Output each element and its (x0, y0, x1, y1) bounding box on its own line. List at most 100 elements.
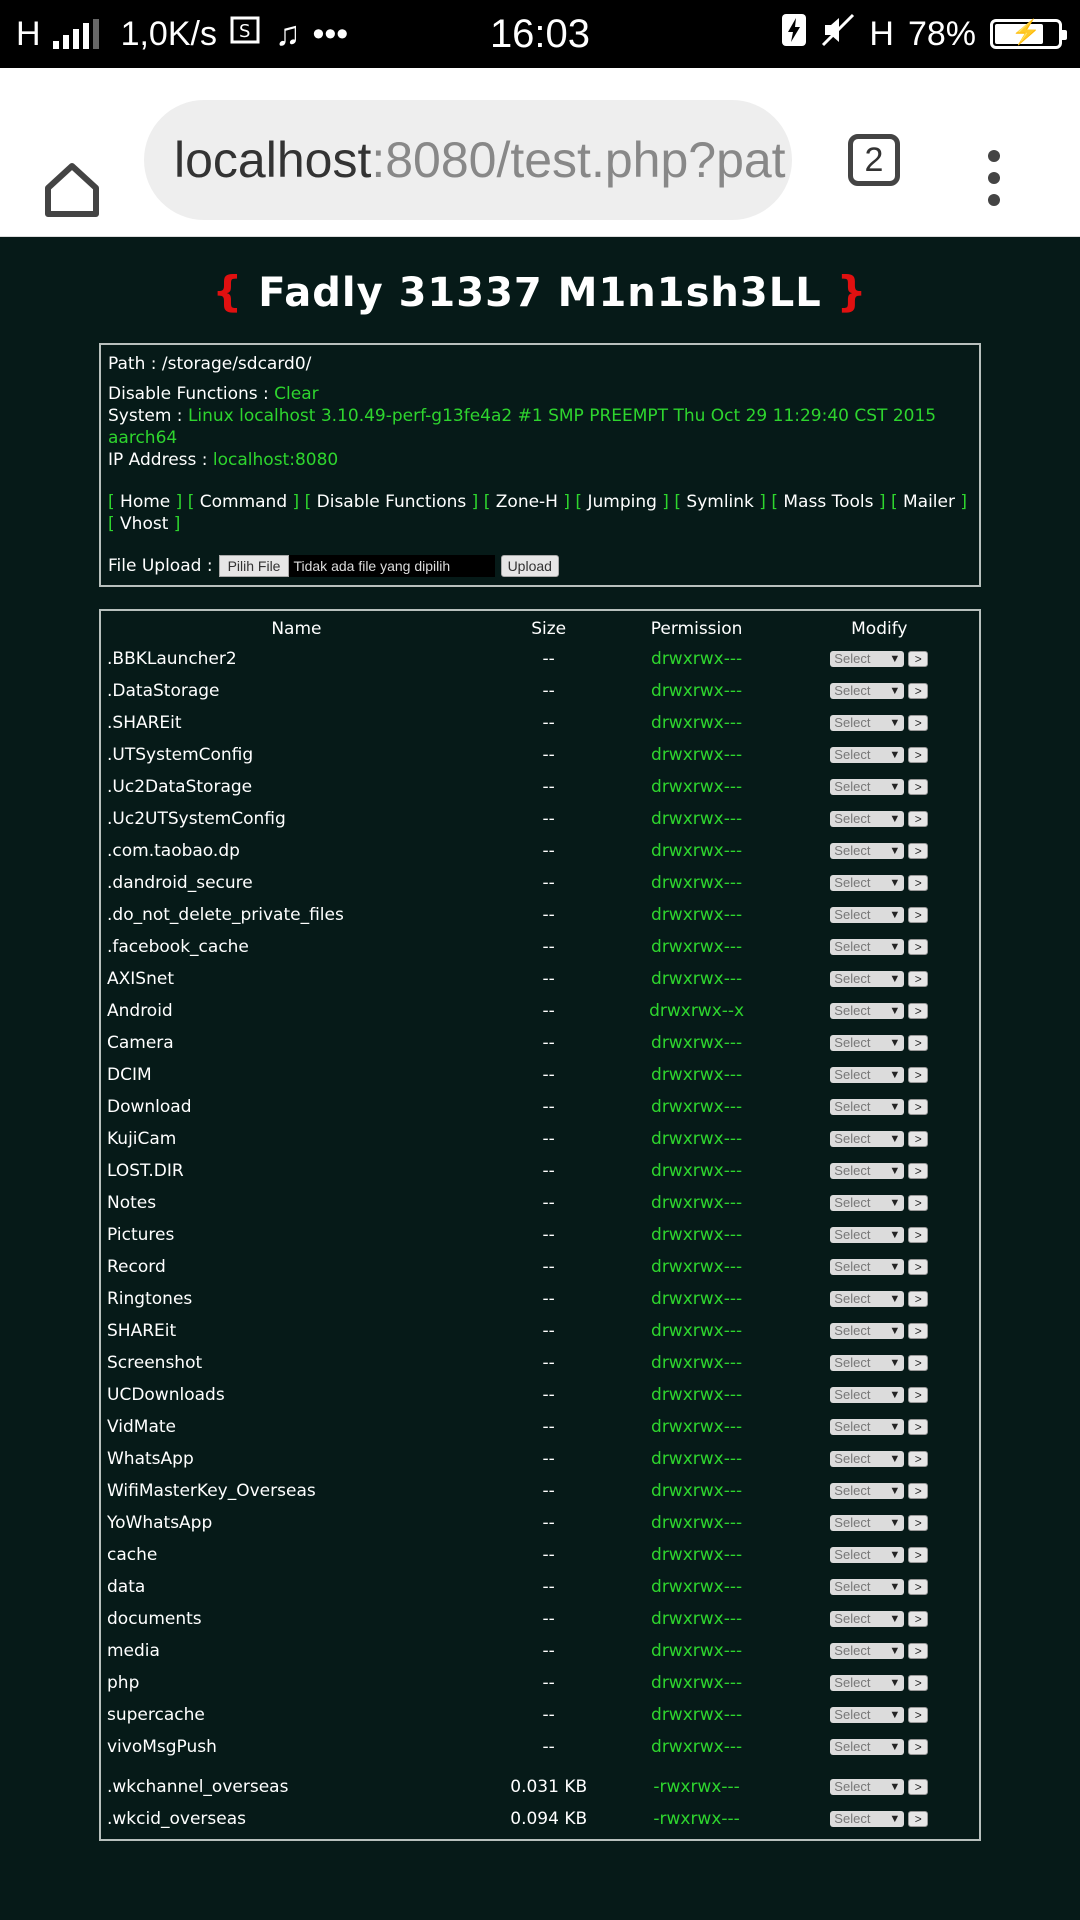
nav-item-zone-h[interactable]: Zone-H (496, 492, 558, 512)
action-select[interactable]: Select ▼ (830, 1259, 905, 1275)
nav-item-home[interactable]: Home (120, 492, 170, 512)
dir-name-link[interactable]: .com.taobao.dp (105, 835, 488, 867)
dir-name-link[interactable]: Android (105, 995, 488, 1027)
dir-name-link[interactable]: .DataStorage (105, 675, 488, 707)
action-select[interactable]: Select ▼ (830, 1611, 905, 1627)
dir-name-link[interactable]: documents (105, 1603, 488, 1635)
go-button[interactable]: > (908, 1195, 929, 1211)
dir-name-link[interactable]: WifiMasterKey_Overseas (105, 1475, 488, 1507)
action-select[interactable]: Select ▼ (830, 1779, 905, 1795)
nav-item-command[interactable]: Command (200, 492, 287, 512)
pick-file-button[interactable]: Pilih File (218, 555, 290, 577)
action-select[interactable]: Select ▼ (830, 1515, 905, 1531)
action-select[interactable]: Select ▼ (830, 747, 905, 763)
action-select[interactable]: Select ▼ (830, 971, 905, 987)
go-button[interactable]: > (908, 1811, 929, 1827)
address-bar[interactable]: localhost:8080/test.php?pat (144, 100, 792, 220)
action-select[interactable]: Select ▼ (830, 1675, 905, 1691)
go-button[interactable]: > (908, 1099, 929, 1115)
go-button[interactable]: > (908, 907, 929, 923)
go-button[interactable]: > (908, 1035, 929, 1051)
action-select[interactable]: Select ▼ (830, 1003, 905, 1019)
nav-item-vhost[interactable]: Vhost (120, 514, 168, 534)
dir-name-link[interactable]: media (105, 1635, 488, 1667)
action-select[interactable]: Select ▼ (830, 1579, 905, 1595)
go-button[interactable]: > (908, 843, 929, 859)
dir-name-link[interactable]: YoWhatsApp (105, 1507, 488, 1539)
dir-name-link[interactable]: Screenshot (105, 1347, 488, 1379)
go-button[interactable]: > (908, 1227, 929, 1243)
nav-item-disable-functions[interactable]: Disable Functions (317, 492, 467, 512)
go-button[interactable]: > (908, 1163, 929, 1179)
go-button[interactable]: > (908, 1515, 929, 1531)
dir-name-link[interactable]: SHAREit (105, 1315, 488, 1347)
action-select[interactable]: Select ▼ (830, 1291, 905, 1307)
dir-name-link[interactable]: Ringtones (105, 1283, 488, 1315)
dir-name-link[interactable]: LOST.DIR (105, 1155, 488, 1187)
dir-name-link[interactable]: Camera (105, 1027, 488, 1059)
action-select[interactable]: Select ▼ (830, 1483, 905, 1499)
dir-name-link[interactable]: .facebook_cache (105, 931, 488, 963)
file-name-link[interactable]: .wkcid_overseas (105, 1803, 488, 1835)
dir-name-link[interactable]: supercache (105, 1699, 488, 1731)
dir-name-link[interactable]: .SHAREit (105, 707, 488, 739)
dir-name-link[interactable]: .dandroid_secure (105, 867, 488, 899)
dir-name-link[interactable]: Download (105, 1091, 488, 1123)
go-button[interactable]: > (908, 779, 929, 795)
dir-name-link[interactable]: KujiCam (105, 1123, 488, 1155)
dir-name-link[interactable]: VidMate (105, 1411, 488, 1443)
upload-button[interactable]: Upload (500, 555, 559, 577)
action-select[interactable]: Select ▼ (830, 1387, 905, 1403)
go-button[interactable]: > (908, 1643, 929, 1659)
go-button[interactable]: > (908, 1323, 929, 1339)
go-button[interactable]: > (908, 1483, 929, 1499)
action-select[interactable]: Select ▼ (830, 1131, 905, 1147)
go-button[interactable]: > (908, 811, 929, 827)
action-select[interactable]: Select ▼ (830, 1451, 905, 1467)
action-select[interactable]: Select ▼ (830, 843, 905, 859)
go-button[interactable]: > (908, 1003, 929, 1019)
dir-name-link[interactable]: .UTSystemConfig (105, 739, 488, 771)
action-select[interactable]: Select ▼ (830, 1707, 905, 1723)
overflow-menu-icon[interactable] (988, 150, 1004, 216)
action-select[interactable]: Select ▼ (830, 939, 905, 955)
nav-item-mailer[interactable]: Mailer (903, 492, 955, 512)
dir-name-link[interactable]: Record (105, 1251, 488, 1283)
action-select[interactable]: Select ▼ (830, 1811, 905, 1827)
home-icon[interactable] (40, 158, 104, 222)
go-button[interactable]: > (908, 715, 929, 731)
go-button[interactable]: > (908, 1131, 929, 1147)
action-select[interactable]: Select ▼ (830, 1739, 905, 1755)
go-button[interactable]: > (908, 1291, 929, 1307)
dir-name-link[interactable]: .Uc2UTSystemConfig (105, 803, 488, 835)
action-select[interactable]: Select ▼ (830, 779, 905, 795)
action-select[interactable]: Select ▼ (830, 1643, 905, 1659)
go-button[interactable]: > (908, 1611, 929, 1627)
action-select[interactable]: Select ▼ (830, 1355, 905, 1371)
action-select[interactable]: Select ▼ (830, 1099, 905, 1115)
nav-item-jumping[interactable]: Jumping (587, 492, 656, 512)
dir-name-link[interactable]: .BBKLauncher2 (105, 643, 488, 675)
go-button[interactable]: > (908, 939, 929, 955)
action-select[interactable]: Select ▼ (830, 1163, 905, 1179)
go-button[interactable]: > (908, 651, 929, 667)
dir-name-link[interactable]: WhatsApp (105, 1443, 488, 1475)
action-select[interactable]: Select ▼ (830, 715, 905, 731)
dir-name-link[interactable]: vivoMsgPush (105, 1731, 488, 1763)
go-button[interactable]: > (908, 1419, 929, 1435)
go-button[interactable]: > (908, 1451, 929, 1467)
action-select[interactable]: Select ▼ (830, 1195, 905, 1211)
path-link[interactable]: /storage/sdcard0/ (162, 354, 311, 374)
action-select[interactable]: Select ▼ (830, 683, 905, 699)
dir-name-link[interactable]: .Uc2DataStorage (105, 771, 488, 803)
dir-name-link[interactable]: AXISnet (105, 963, 488, 995)
action-select[interactable]: Select ▼ (830, 1067, 905, 1083)
go-button[interactable]: > (908, 875, 929, 891)
action-select[interactable]: Select ▼ (830, 1547, 905, 1563)
action-select[interactable]: Select ▼ (830, 907, 905, 923)
file-input[interactable]: Pilih File Tidak ada file yang dipilih (218, 555, 495, 577)
nav-item-symlink[interactable]: Symlink (686, 492, 753, 512)
action-select[interactable]: Select ▼ (830, 811, 905, 827)
dir-name-link[interactable]: Notes (105, 1187, 488, 1219)
go-button[interactable]: > (908, 1387, 929, 1403)
